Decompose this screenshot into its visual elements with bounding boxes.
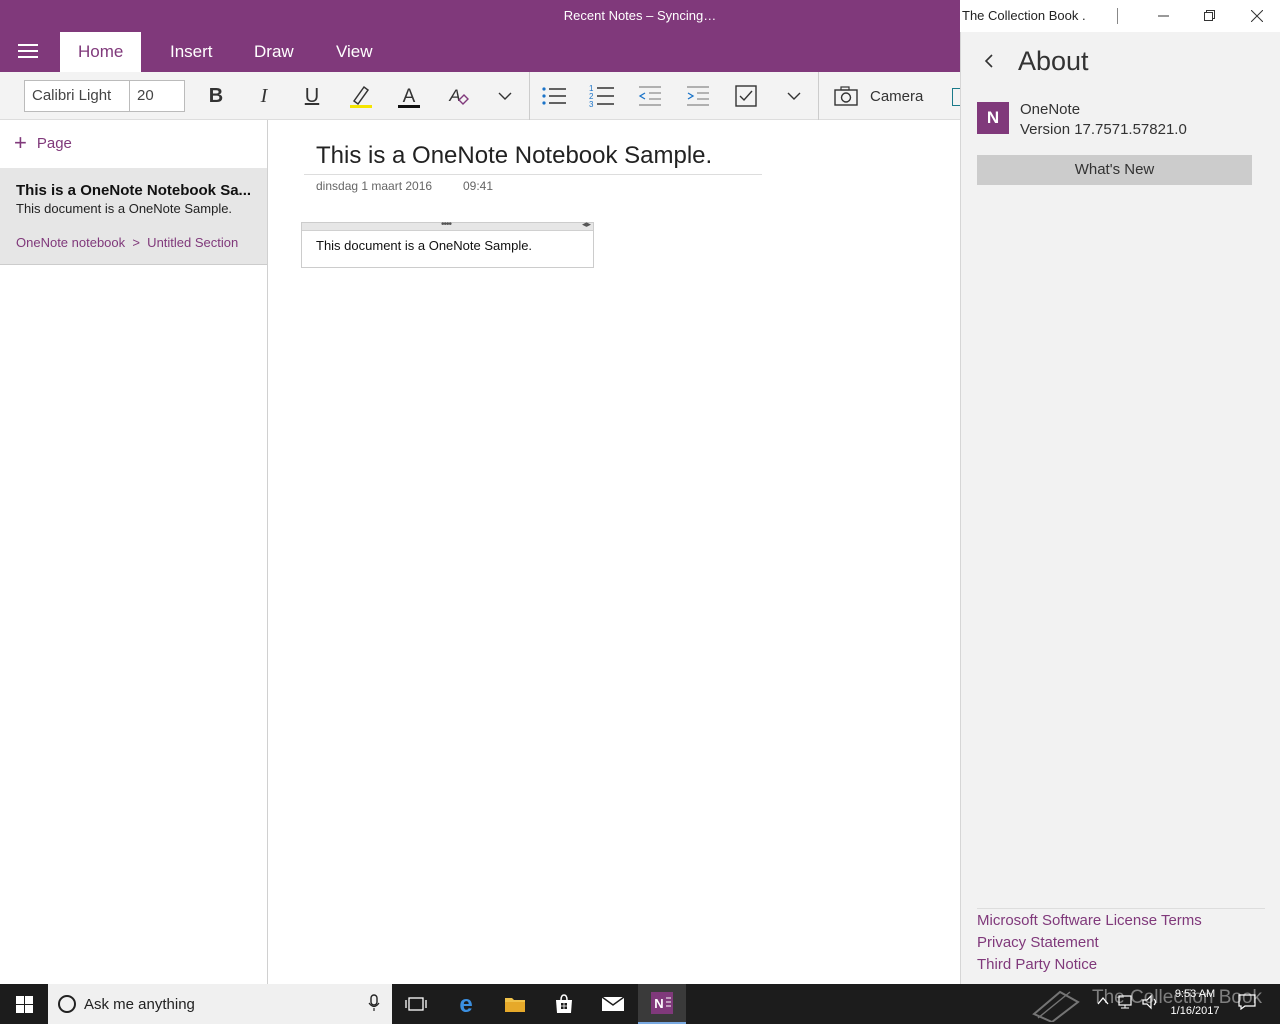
camera-icon: [834, 86, 858, 106]
camera-button[interactable]: Camera: [834, 80, 923, 112]
svg-text:N: N: [654, 996, 663, 1011]
title-separator: [1117, 8, 1118, 24]
task-view-icon[interactable]: [392, 984, 440, 1024]
page-date: dinsdag 1 maart 2016: [316, 179, 433, 193]
highlight-icon[interactable]: [343, 80, 379, 112]
hamburger-menu-icon[interactable]: [18, 44, 40, 60]
windows-start-icon[interactable]: [0, 984, 48, 1024]
note-body-text[interactable]: This document is a OneNote Sample.: [316, 238, 532, 253]
taskbar: Ask me anything e N The Collection Book …: [0, 984, 1280, 1024]
file-explorer-icon[interactable]: [491, 984, 539, 1024]
svg-text:3: 3: [589, 100, 594, 108]
clock-date[interactable]: 1/16/2017: [1166, 1005, 1224, 1017]
chevron-up-icon[interactable]: [1097, 994, 1109, 1009]
store-icon[interactable]: [540, 984, 588, 1024]
notebook-name: The Collection Book .: [962, 8, 1086, 23]
app-name: OneNote: [1020, 101, 1081, 118]
title-divider: [304, 174, 762, 175]
page-item-title: This is a OneNote Notebook Sa...: [16, 182, 252, 199]
tab-draw[interactable]: Draw: [236, 32, 312, 72]
license-terms-link[interactable]: Microsoft Software License Terms: [977, 912, 1202, 929]
font-color-icon[interactable]: A: [391, 80, 427, 112]
numbered-list-icon[interactable]: 123: [584, 80, 620, 112]
cortana-icon: [58, 995, 76, 1013]
note-drag-handle[interactable]: •••• ◂▸: [302, 219, 593, 231]
list-item[interactable]: This is a OneNote Notebook Sa... This do…: [0, 168, 267, 265]
restore-button[interactable]: [1187, 0, 1233, 32]
bold-icon[interactable]: B: [198, 80, 234, 112]
microphone-icon[interactable]: [368, 994, 380, 1016]
title-bar: Recent Notes – Syncing…: [0, 0, 960, 32]
font-name-box[interactable]: Calibri Light: [24, 80, 130, 112]
onenote-taskbar-icon[interactable]: N: [638, 984, 686, 1024]
clock-time[interactable]: 9:53 AM: [1170, 988, 1220, 1000]
tab-view[interactable]: View: [318, 32, 391, 72]
page-time: 09:41: [463, 179, 494, 193]
title-bar-right: The Collection Book .: [960, 0, 1280, 32]
chevron-down-icon[interactable]: [487, 80, 523, 112]
search-placeholder: Ask me anything: [84, 996, 195, 1013]
underline-icon[interactable]: U: [294, 80, 330, 112]
restore-icon: [1204, 10, 1215, 21]
page-item-snippet: This document is a OneNote Sample.: [16, 201, 233, 216]
note-canvas[interactable]: This is a OneNote Notebook Sample. dinsd…: [268, 120, 960, 984]
privacy-statement-link[interactable]: Privacy Statement: [977, 934, 1099, 951]
network-icon[interactable]: [1118, 994, 1134, 1013]
ribbon-tabs: Home Insert Draw View: [0, 32, 960, 72]
svg-text:A: A: [403, 86, 416, 107]
tab-home[interactable]: Home: [60, 32, 142, 72]
action-center-icon[interactable]: [1238, 994, 1256, 1013]
third-party-notice-link[interactable]: Third Party Notice: [977, 956, 1097, 973]
minimize-icon: [1158, 15, 1169, 17]
increase-indent-icon[interactable]: [680, 80, 716, 112]
minimize-button[interactable]: [1141, 0, 1187, 32]
close-button[interactable]: [1234, 0, 1280, 32]
onenote-logo-icon: N: [977, 102, 1009, 134]
italic-icon[interactable]: I: [246, 80, 282, 112]
note-container[interactable]: •••• ◂▸ This document is a OneNote Sampl…: [301, 219, 594, 268]
resize-arrows-icon[interactable]: ◂▸: [582, 219, 591, 230]
chevron-down-icon[interactable]: [776, 80, 812, 112]
add-page-button[interactable]: + Page: [14, 130, 72, 155]
app-version: Version 17.7571.57821.0: [1020, 121, 1187, 138]
cortana-search-box[interactable]: Ask me anything: [48, 984, 392, 1024]
page-list: + Page This is a OneNote Notebook Sa... …: [0, 120, 268, 984]
svg-text:e: e: [459, 993, 472, 1015]
close-icon: [1251, 10, 1263, 22]
camera-label: Camera: [870, 87, 924, 105]
picture-icon[interactable]: [952, 88, 960, 106]
ribbon-toolbar: Calibri Light 20 B I U A A 123 Camera: [0, 72, 960, 120]
book-watermark-icon: [1030, 986, 1082, 1024]
clear-formatting-icon[interactable]: A: [440, 80, 476, 112]
about-panel: About N OneNote Version 17.7571.57821.0 …: [960, 32, 1280, 984]
links-divider: [977, 908, 1265, 909]
svg-text:A: A: [448, 86, 460, 105]
volume-icon[interactable]: [1142, 994, 1160, 1013]
plus-icon: +: [14, 130, 27, 155]
tab-insert[interactable]: Insert: [152, 32, 231, 72]
bullet-list-icon[interactable]: [536, 80, 572, 112]
page-title[interactable]: This is a OneNote Notebook Sample.: [316, 142, 712, 170]
font-size-box[interactable]: 20: [129, 80, 185, 112]
whats-new-button[interactable]: What's New: [977, 155, 1252, 185]
about-title: About: [1018, 46, 1089, 76]
mail-icon[interactable]: [589, 984, 637, 1024]
page-item-path[interactable]: OneNote notebook > Untitled Section: [16, 235, 238, 250]
back-arrow-icon[interactable]: [983, 52, 995, 75]
checkbox-tag-icon[interactable]: [728, 80, 764, 112]
decrease-indent-icon[interactable]: [632, 80, 668, 112]
drag-dots-icon: ••••: [441, 219, 452, 230]
edge-browser-icon[interactable]: e: [442, 984, 490, 1024]
add-page-label: Page: [36, 134, 72, 152]
